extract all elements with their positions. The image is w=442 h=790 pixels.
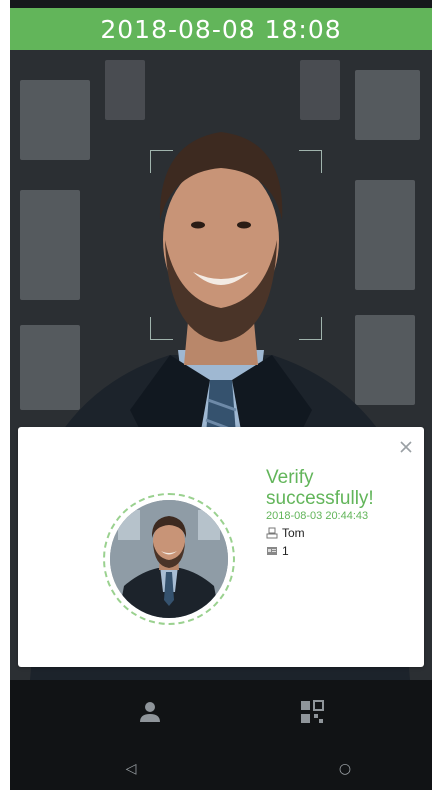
user-id-row: 1 — [266, 544, 426, 558]
qr-code-icon[interactable] — [292, 692, 332, 732]
home-nav-icon[interactable]: ○ — [332, 756, 358, 782]
user-icon[interactable] — [130, 692, 170, 732]
user-id: 1 — [282, 544, 289, 558]
verification-popup: Verify successfully! 2018-08-03 20:44:43… — [18, 427, 424, 667]
user-name: Tom — [282, 526, 305, 540]
bottom-bar: ◁ ○ — [10, 680, 432, 790]
verify-title-line2: successfully! — [266, 488, 374, 509]
user-name-row: Tom — [266, 526, 426, 540]
user-icon — [266, 527, 278, 539]
verify-timestamp: 2018-08-03 20:44:43 — [266, 510, 369, 522]
avatar-ring — [103, 493, 235, 625]
status-header: 2018-08-08 18:08 — [10, 8, 432, 50]
verification-info: Verify successfully! 2018-08-03 20:44:43… — [266, 467, 426, 558]
avatar — [110, 500, 228, 618]
face-detection-frame — [150, 150, 322, 340]
back-nav-icon[interactable]: ◁ — [118, 756, 144, 782]
verify-title-line1: Verify — [266, 467, 314, 488]
header-datetime: 2018-08-08 18:08 — [100, 14, 342, 44]
id-card-icon — [266, 545, 278, 557]
close-icon[interactable] — [396, 437, 416, 457]
device-screen: 2018-08-08 18:08 Verify successfully! 20… — [10, 0, 432, 790]
